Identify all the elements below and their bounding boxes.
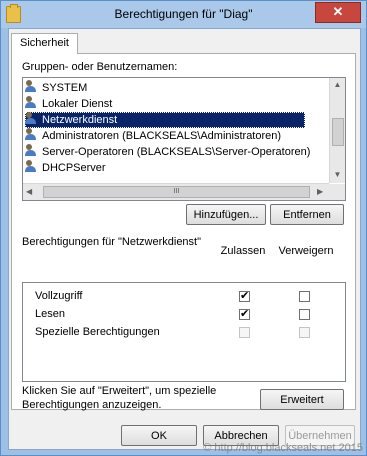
advanced-button[interactable]: Erweitert	[260, 389, 344, 410]
permission-name: Lesen	[35, 308, 65, 320]
deny-checkbox-special	[299, 327, 310, 338]
scroll-up-arrow-icon[interactable]: ▲	[330, 80, 345, 89]
ok-button[interactable]: OK	[121, 425, 197, 446]
dialog-client-area: Sicherheit Gruppen- oder Benutzernamen: …	[8, 28, 361, 450]
user-group-icon	[25, 128, 38, 141]
window-title: Berechtigungen für "Diag"	[114, 7, 253, 21]
list-item[interactable]: Administratoren (BLACKSEALS\Administrato…	[25, 128, 325, 144]
scrollbar-corner	[329, 184, 345, 200]
user-group-icon	[25, 96, 38, 109]
allow-checkbox-special	[239, 327, 250, 338]
horizontal-scroll-thumb[interactable]: III	[43, 186, 310, 198]
permission-name: Spezielle Berechtigungen	[35, 326, 160, 338]
watermark: © http://blog.blackseals.net 2015	[203, 442, 363, 454]
user-group-icon	[25, 80, 38, 93]
permissions-dialog: Berechtigungen für "Diag" ✕ Sicherheit G…	[0, 0, 367, 456]
user-group-icon	[25, 160, 38, 172]
allow-checkbox-vollzugriff[interactable]: ✔	[239, 291, 250, 302]
scroll-right-arrow-icon[interactable]: ▶	[317, 187, 323, 196]
list-item[interactable]: SYSTEM	[25, 80, 325, 96]
list-item[interactable]: Lokaler Dienst	[25, 96, 325, 112]
principal-name: Administratoren (BLACKSEALS\Administrato…	[42, 130, 282, 142]
principal-name: SYSTEM	[42, 82, 88, 94]
user-group-icon	[25, 144, 38, 157]
principal-name: Lokaler Dienst	[42, 98, 113, 110]
deny-checkbox-lesen[interactable]	[299, 309, 310, 320]
user-group-icon	[25, 112, 38, 125]
scroll-left-arrow-icon[interactable]: ◀	[26, 187, 32, 196]
advanced-hint-text: Klicken Sie auf "Erweitert", um speziell…	[22, 385, 217, 411]
principal-name: Netzwerkdienst	[42, 114, 118, 126]
tab-sicherheit[interactable]: Sicherheit	[11, 33, 78, 54]
principals-listbox[interactable]: SYSTEM Lokaler Dienst Netzwerkdienst Adm…	[22, 77, 346, 201]
deny-checkbox-vollzugriff[interactable]	[299, 291, 310, 302]
add-button[interactable]: Hinzufügen...	[186, 204, 266, 225]
principal-name: Server-Operatoren (BLACKSEALS\Server-Ope…	[42, 146, 311, 158]
scroll-down-arrow-icon[interactable]: ▼	[330, 170, 345, 179]
principal-name: DHCPServer	[42, 162, 106, 172]
list-item[interactable]: Server-Operatoren (BLACKSEALS\Server-Ope…	[25, 144, 325, 160]
remove-button[interactable]: Entfernen	[270, 204, 344, 225]
close-button[interactable]: ✕	[315, 2, 361, 23]
allow-checkbox-lesen[interactable]: ✔	[239, 309, 250, 320]
allow-column-header: Zulassen	[220, 245, 266, 257]
title-bar[interactable]: Berechtigungen für "Diag" ✕	[1, 1, 366, 28]
permissions-list: Vollzugriff ✔ Lesen ✔ Spezielle Berechti…	[22, 282, 346, 382]
vertical-scroll-thumb[interactable]	[332, 118, 344, 146]
permission-name: Vollzugriff	[35, 290, 83, 302]
permissions-for-label: Berechtigungen für "Netzwerkdienst"	[22, 236, 202, 248]
scroll-grip-icon: III	[173, 188, 180, 195]
vertical-scrollbar[interactable]: ▲ ▼	[329, 78, 345, 183]
list-item[interactable]: DHCPServer	[25, 160, 325, 172]
list-item-selected[interactable]: Netzwerkdienst	[25, 112, 305, 128]
groups-label: Gruppen- oder Benutzernamen:	[22, 61, 178, 73]
security-tab-panel: Gruppen- oder Benutzernamen: SYSTEM Loka…	[11, 53, 356, 411]
deny-column-header: Verweigern	[278, 245, 334, 257]
horizontal-scrollbar[interactable]: ◀ III ▶	[23, 183, 329, 200]
